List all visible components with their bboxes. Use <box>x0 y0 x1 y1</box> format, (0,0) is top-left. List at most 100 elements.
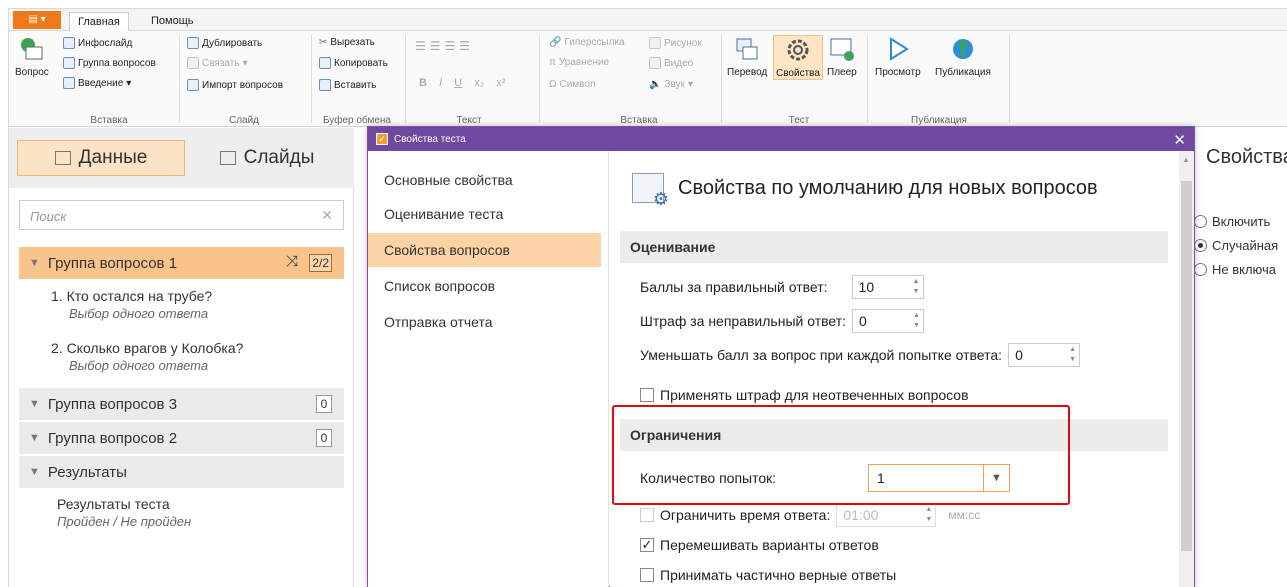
scroll-up-icon[interactable]: ▲ <box>1182 155 1190 164</box>
tab-help[interactable]: Помощь <box>143 12 202 31</box>
nav-question-properties[interactable]: Свойства вопросов <box>368 233 601 267</box>
points-correct-input[interactable]: 10 ▲ ▼ <box>851 275 924 299</box>
results-title: Результаты теста <box>57 496 170 512</box>
radio-exclude[interactable]: Не включа <box>1194 262 1276 277</box>
duplicate-button[interactable]: Дублировать <box>187 37 262 49</box>
partial-row[interactable]: Принимать частично верные ответы <box>640 567 896 583</box>
dialog-content: Свойства по умолчанию для новых вопросов… <box>610 151 1180 587</box>
question-button[interactable]: Вопрос <box>15 35 49 78</box>
bold-icon[interactable]: B <box>419 77 427 89</box>
radio-label: Включить <box>1212 214 1271 229</box>
dialog-titlebar: ✓ Свойства теста ✕ <box>368 127 1194 151</box>
apply-penalty-row[interactable]: Применять штраф для неотвеченных вопросо… <box>640 387 969 403</box>
copy-label: Копировать <box>334 57 388 69</box>
penalty-value: 0 <box>859 313 867 329</box>
chevron-down-icon[interactable]: ▼ <box>29 257 40 269</box>
equation-button[interactable]: π Уравнение <box>549 57 609 68</box>
italic-icon[interactable]: I <box>439 77 442 89</box>
translate-button[interactable]: Перевод <box>727 35 767 78</box>
dialog-scrollbar[interactable]: ▲ <box>1179 151 1194 587</box>
tab-data-label: Данные <box>78 147 148 168</box>
question-group-button[interactable]: Группа вопросов <box>63 57 156 69</box>
stepper-arrows-icon[interactable]: ▲ ▼ <box>913 277 920 297</box>
intro-button[interactable]: Введение ▾ <box>63 77 131 89</box>
nav-test-scoring[interactable]: Оценивание теста <box>368 197 601 231</box>
preview-button[interactable]: Просмотр <box>875 35 921 78</box>
clear-search-icon[interactable]: ✕ <box>321 207 333 224</box>
scrollbar-thumb[interactable] <box>1181 181 1192 551</box>
search-input[interactable]: Поиск ✕ <box>19 200 344 230</box>
stepper-arrows-icon[interactable]: ▲ ▼ <box>913 311 920 331</box>
nav-question-list[interactable]: Список вопросов <box>368 269 601 303</box>
link-label: Связать <box>202 57 240 69</box>
publication-button[interactable]: Публикация <box>935 35 991 78</box>
font-format-icons[interactable]: B I U x₂ x² <box>419 77 505 89</box>
translate-icon <box>736 38 758 60</box>
hyperlink-button[interactable]: 🔗 Гиперссылка <box>549 37 625 48</box>
shuffle-row[interactable]: ✓ Перемешивать варианты ответов <box>640 537 879 553</box>
limit-time-checkbox[interactable] <box>640 508 654 522</box>
link-button[interactable]: Связать ▾ <box>187 57 248 69</box>
radio-circle[interactable] <box>1194 215 1207 228</box>
results-group[interactable]: ▼ Результаты <box>19 456 344 488</box>
underline-icon[interactable]: U <box>454 77 462 89</box>
chevron-down-icon[interactable]: ▼ <box>29 398 40 410</box>
radio-random[interactable]: Случайная <box>1194 238 1278 253</box>
content-title: Свойства по умолчанию для новых вопросов <box>678 176 1098 199</box>
chevron-down-icon[interactable]: ▼ <box>29 466 40 478</box>
question-count-badge: 2/2 <box>309 254 332 272</box>
penalty-input[interactable]: 0 ▲ ▼ <box>852 309 925 333</box>
nav-basic-properties[interactable]: Основные свойства <box>368 163 601 197</box>
stepper-arrows-icon[interactable]: ▲ ▼ <box>1069 345 1076 365</box>
copy-button[interactable]: Копировать <box>319 57 388 69</box>
tab-home[interactable]: Главная <box>69 12 129 31</box>
shuffle-icon[interactable]: ⤨ <box>286 253 298 270</box>
list-item[interactable]: 2. Сколько врагов у Колобка? Выбор одног… <box>51 340 243 373</box>
radio-include[interactable]: Включить <box>1194 214 1270 229</box>
superscript-icon[interactable]: x² <box>496 77 505 89</box>
limit-time-input[interactable]: 01:00 ▲ ▼ <box>836 503 937 527</box>
tab-data[interactable]: Данные <box>17 140 185 176</box>
question-group-1[interactable]: ▼ Группа вопросов 1 ⤨ 2/2 <box>19 247 344 279</box>
question-title: 2. Сколько врагов у Колобка? <box>51 340 244 356</box>
import-questions-button[interactable]: Импорт вопросов <box>187 79 283 91</box>
question-group-2[interactable]: ▼ Группа вопросов 2 0 <box>19 422 344 454</box>
results-item[interactable]: Результаты теста Пройден / Не пройден <box>57 496 191 529</box>
cut-button[interactable]: ✂ Вырезать <box>319 37 375 48</box>
shuffle-checkbox[interactable]: ✓ <box>640 538 654 552</box>
decrease-input[interactable]: 0 ▲ ▼ <box>1008 343 1081 367</box>
list-format-icons[interactable]: ☰☰☰☰ <box>415 39 474 53</box>
tab-slides[interactable]: Слайды <box>187 140 347 176</box>
chevron-down-icon[interactable]: ▼ <box>29 432 40 444</box>
radio-label: Не включа <box>1212 262 1277 277</box>
limit-time-value: 01:00 <box>843 507 879 523</box>
video-button[interactable]: Видео <box>649 57 693 69</box>
properties-button[interactable]: Свойства <box>773 35 823 80</box>
picture-label: Рисунок <box>664 37 702 49</box>
infoslide-button[interactable]: Инфослайд <box>63 37 132 49</box>
list-item[interactable]: 1. Кто остался на трубе? Выбор одного от… <box>51 288 212 321</box>
ribbon-separator <box>1009 35 1010 123</box>
close-icon[interactable]: ✕ <box>1173 131 1186 149</box>
right-panel-title: Свойства <box>1206 146 1287 168</box>
subscript-icon[interactable]: x₂ <box>474 77 484 89</box>
list-icon <box>54 151 71 165</box>
apply-penalty-checkbox[interactable] <box>640 388 654 402</box>
question-group-3[interactable]: ▼ Группа вопросов 3 0 <box>19 388 344 420</box>
app-menu-button[interactable]: ▤ ▾ <box>13 11 61 29</box>
nav-report-sending[interactable]: Отправка отчета <box>368 305 601 339</box>
sound-button[interactable]: 🔈 Звук ▾ <box>649 79 693 90</box>
paste-button[interactable]: Вставить <box>319 79 376 91</box>
question-count-badge: 0 <box>316 429 332 447</box>
player-button[interactable]: Плеер <box>827 35 857 78</box>
radio-circle[interactable] <box>1194 239 1207 252</box>
symbol-button[interactable]: Ω Символ <box>549 79 596 90</box>
partial-checkbox[interactable] <box>640 568 654 582</box>
question-count-badge: 0 <box>316 395 332 413</box>
partial-label: Принимать частично верные ответы <box>660 567 897 583</box>
group-label-publish: Публикация <box>911 115 967 126</box>
ribbon-separator <box>311 35 312 123</box>
picture-button[interactable]: Рисунок <box>649 37 702 49</box>
radio-circle[interactable] <box>1194 263 1207 276</box>
stepper-arrows-icon[interactable]: ▲ ▼ <box>925 505 932 525</box>
